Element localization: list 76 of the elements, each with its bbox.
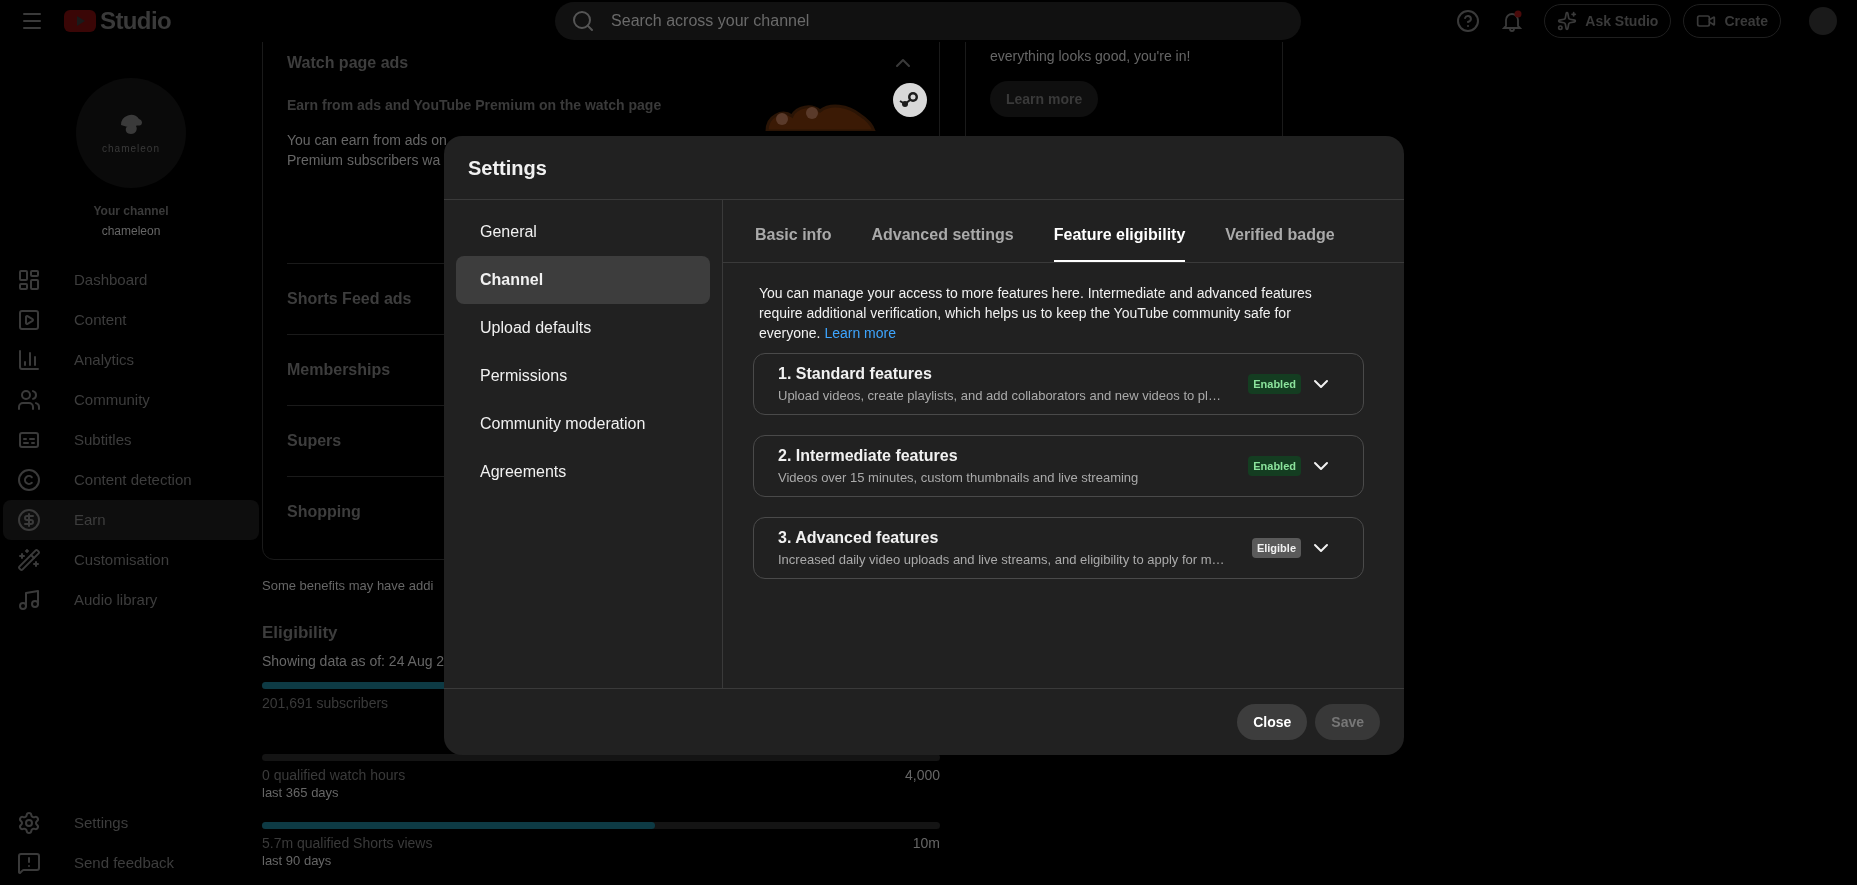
settings-nav-item[interactable]: Upload defaults <box>456 304 710 352</box>
settings-nav-item[interactable]: Agreements <box>456 448 710 496</box>
section-title[interactable]: Memberships <box>287 358 391 382</box>
sidebar-item[interactable]: Analytics <box>3 340 259 380</box>
copyright-icon <box>17 468 41 492</box>
section-title[interactable]: Shopping <box>287 500 361 524</box>
section-subtitle: Earn from ads and YouTube Premium on the watch page <box>287 96 663 115</box>
channel-name: chameleon <box>101 223 161 240</box>
search-icon <box>571 9 596 33</box>
sidebar-item[interactable]: Content detection <box>3 460 259 500</box>
metric-period: last 90 days <box>262 854 333 868</box>
avatar[interactable] <box>1809 7 1837 35</box>
metric-label: 0 qualified watch hours <box>262 766 406 785</box>
sparkle-icon <box>1557 11 1578 31</box>
sidebar-item[interactable]: Subtitles <box>3 420 259 460</box>
sidebar-item[interactable]: Settings <box>3 803 259 843</box>
dollar-icon <box>17 508 41 532</box>
status-label: Enabled <box>1248 373 1301 395</box>
sidebar-item[interactable]: Dashboard <box>3 260 259 300</box>
feature-title: 1. Standard features <box>778 364 933 385</box>
feature-card[interactable]: 2. Intermediate features Videos over 15 minutes, custom thumbnails and live streaming Enabled <box>753 435 1364 497</box>
intro-text: You can manage your access to more features here. Intermediate and advanced features require additional verification, which helps us to keep the YouTube community safe for everyone. Learn more <box>758 284 1313 343</box>
tab[interactable]: Basic info <box>755 217 832 262</box>
bell-icon[interactable] <box>1500 9 1525 33</box>
tab[interactable]: Verified badge <box>1225 217 1335 262</box>
section-title[interactable]: Shorts Feed ads <box>287 287 412 311</box>
sidebar-item[interactable]: Send feedback <box>3 843 259 883</box>
eligibility-title: Eligibility <box>262 621 339 644</box>
section-title[interactable]: Supers <box>287 429 342 453</box>
status-label: Enabled <box>1248 455 1301 477</box>
dashboard-icon <box>17 268 41 292</box>
metric-label: 5.7m qualified Shorts views <box>262 834 433 853</box>
channel-label: Your channel <box>93 203 169 220</box>
tab[interactable]: Feature eligibility <box>1053 217 1186 262</box>
learn-more-link[interactable]: Learn more <box>824 325 896 341</box>
feature-title: 2. Intermediate features <box>778 446 959 467</box>
settings-nav-item[interactable]: Permissions <box>456 352 710 400</box>
settings-icon <box>17 811 41 835</box>
settings-nav-item[interactable]: Channel <box>456 256 710 304</box>
feature-title: 3. Advanced features <box>778 528 940 549</box>
metric-period: last 365 days <box>262 786 340 800</box>
feature-card[interactable]: 1. Standard features Upload videos, create playlists, and add collaborators and new videos to pl… Enabled <box>753 353 1364 415</box>
music-icon <box>17 588 41 612</box>
search-field[interactable]: Search across your channel <box>555 2 1302 40</box>
logo-text: Studio <box>100 6 172 36</box>
section-title: Watch page ads <box>287 53 409 73</box>
feature-description: Upload videos, create playlists, and add collaborators and new videos to pl… <box>778 387 1222 406</box>
metric-target: 10m <box>912 834 940 853</box>
feature-description: Videos over 15 minutes, custom thumbnails and live streaming <box>778 469 1140 488</box>
magic-wand-icon <box>17 548 41 572</box>
feedback-icon <box>17 851 41 875</box>
help-icon[interactable] <box>1456 9 1481 33</box>
play-icon <box>17 308 41 332</box>
play-logo-icon <box>64 10 96 32</box>
section-text: You can earn from ads on <box>287 131 447 150</box>
dialog-title: Settings <box>468 155 547 181</box>
section-text: Premium subscribers wa <box>287 151 441 170</box>
sidebar-item[interactable]: Customisation <box>3 540 259 580</box>
feature-description: Increased daily video uploads and live streams, and eligibility to apply for m… <box>778 551 1226 570</box>
sidebar-item[interactable]: Content <box>3 300 259 340</box>
note-text: Some benefits may have addi <box>262 577 434 595</box>
steam-icon <box>893 83 927 117</box>
settings-nav-item[interactable]: Community moderation <box>456 400 710 448</box>
people-icon <box>17 388 41 412</box>
metric-label: 201,691 subscribers <box>262 694 389 713</box>
bar-chart-icon <box>17 348 41 372</box>
close-button[interactable]: Close <box>1237 704 1308 740</box>
tab[interactable]: Advanced settings <box>871 217 1014 262</box>
metric-target: 4,000 <box>904 766 940 785</box>
status-label: Eligible <box>1251 537 1301 559</box>
date-text: Showing data as of: 24 Aug 2 <box>262 652 445 671</box>
settings-nav-item[interactable]: General <box>456 208 710 256</box>
feature-card[interactable]: 3. Advanced features Increased daily video uploads and live streams, and eligibility to apply for m… Eligible <box>753 517 1364 579</box>
status-text: everything looks good, you're in! <box>990 47 1192 66</box>
sidebar-item[interactable]: Community <box>3 380 259 420</box>
sidebar-item[interactable]: Audio library <box>3 580 259 620</box>
